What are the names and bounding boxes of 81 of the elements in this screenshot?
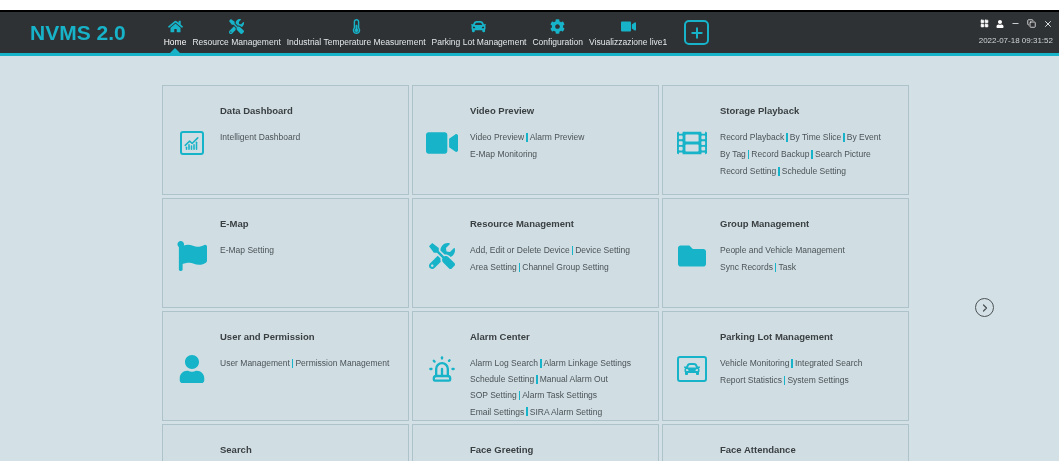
module-link[interactable]: Schedule Setting xyxy=(781,165,846,179)
chart-icon xyxy=(179,131,204,155)
module-card[interactable]: User and Permission User Management Permission Management xyxy=(162,311,409,421)
car-icon xyxy=(676,356,707,382)
card-title: User and Permission xyxy=(220,330,316,344)
module-link[interactable]: Channel Group Setting xyxy=(522,261,609,275)
module-link[interactable]: Record Setting xyxy=(720,165,777,179)
alarm-icon xyxy=(427,355,456,383)
module-link[interactable]: Manual Alarm Out xyxy=(539,373,608,386)
tools-icon xyxy=(229,18,245,34)
module-card[interactable]: Data Dashboard Intelligent Dashboard xyxy=(162,85,409,195)
card-title: Data Dashboard xyxy=(220,104,294,118)
module-link[interactable]: Device Setting xyxy=(575,244,630,258)
module-link[interactable]: Record Playback xyxy=(720,131,785,145)
restore-icon[interactable] xyxy=(1027,19,1036,28)
module-link[interactable]: Intelligent Dashboard xyxy=(220,131,301,145)
module-link[interactable]: User Management xyxy=(220,357,290,371)
module-link[interactable]: System Settings xyxy=(787,374,849,388)
module-link[interactable]: By Event xyxy=(846,131,881,145)
card-title: Face Attendance xyxy=(720,443,796,457)
flag-icon xyxy=(176,241,207,271)
app-logo: NVMS 2.0 xyxy=(30,19,126,46)
module-link[interactable]: Add, Edit or Delete Device xyxy=(470,244,570,258)
card-title: Video Preview xyxy=(470,104,536,118)
module-link[interactable]: Vehicle Monitoring xyxy=(720,357,790,371)
add-tab-button[interactable] xyxy=(684,20,710,45)
module-card[interactable]: Face Greeting xyxy=(412,424,659,461)
nav-tab[interactable]: Industrial Temperature Measurement xyxy=(283,12,429,53)
module-link[interactable]: E-Map Monitoring xyxy=(470,148,538,162)
card-title: Face Greeting xyxy=(470,443,534,457)
settings-icon xyxy=(550,18,566,34)
date-time: 2022-07-18 09:31:52 xyxy=(978,34,1053,47)
nav-tab[interactable]: Parking Lot Management xyxy=(428,12,530,53)
user-icon xyxy=(177,355,206,383)
module-link[interactable]: E-Map Setting xyxy=(220,244,274,258)
module-link[interactable]: Alarm Log Search xyxy=(470,356,539,370)
module-card[interactable]: Resource Management Add, Edit or Delete Device Device Setting Area Setting Channel Group Setting xyxy=(412,198,659,308)
module-link[interactable]: SIRA Alarm Setting xyxy=(529,405,603,419)
module-link[interactable]: Report Statistics xyxy=(720,374,782,388)
nav-tab[interactable]: Configuration xyxy=(529,12,587,53)
close-icon[interactable] xyxy=(1043,18,1053,29)
module-link[interactable]: People and Vehicle Management xyxy=(720,244,845,258)
card-title: Search xyxy=(220,443,252,457)
module-card[interactable]: Search xyxy=(162,424,409,461)
module-link[interactable]: Alarm Preview xyxy=(529,131,585,145)
plus-icon xyxy=(688,24,705,41)
card-title: Storage Playback xyxy=(720,104,801,118)
module-link[interactable]: Permission Management xyxy=(295,357,390,371)
module-link[interactable]: By Tag xyxy=(720,148,746,162)
module-card[interactable]: Face Attendance xyxy=(662,424,909,461)
card-title: Resource Management xyxy=(470,217,575,231)
tools-icon xyxy=(428,243,455,269)
nav-tab[interactable]: Resource Management xyxy=(189,12,284,53)
module-card[interactable]: Parking Lot Management Vehicle Monitoring Integrated Search Report Statistics System Settings xyxy=(662,311,909,421)
module-card[interactable]: Group Management People and Vehicle Management Sync Records Task xyxy=(662,198,909,308)
module-link[interactable]: Alarm Task Settings xyxy=(522,389,598,403)
module-card[interactable]: Alarm Center Alarm Log Search Alarm Linkage Settings Schedule Setting Manual Alarm Out SOP Setting Alarm Task Settings Email Settings SIRA Alarm Setting xyxy=(412,311,659,421)
user-icon[interactable] xyxy=(996,19,1004,28)
card-title: Alarm Center xyxy=(470,330,531,344)
module-link[interactable]: Task xyxy=(778,261,796,275)
module-link[interactable]: Record Backup xyxy=(751,148,810,162)
module-link[interactable]: SOP Setting xyxy=(470,389,517,403)
module-card[interactable]: Storage Playback Record Playback By Time Slice By Event By Tag Record Backup Search Picture Record Setting Schedule Setting xyxy=(662,85,909,195)
car-icon xyxy=(471,18,487,34)
card-title: Group Management xyxy=(720,217,811,231)
card-title: E-Map xyxy=(220,217,250,231)
nav-tab[interactable]: Visualizzazione live1 xyxy=(586,12,671,53)
module-link[interactable]: Email Settings xyxy=(470,405,525,419)
module-link[interactable]: Search Picture xyxy=(814,148,871,162)
card-title: Parking Lot Management xyxy=(720,330,834,344)
module-card[interactable]: Video Preview Video Preview Alarm Preview E-Map Monitoring xyxy=(412,85,659,195)
module-link[interactable]: Schedule Setting xyxy=(470,373,535,386)
module-card[interactable]: E-Map E-Map Setting xyxy=(162,198,409,308)
module-link[interactable]: Area Setting xyxy=(470,261,517,275)
module-link[interactable]: Integrated Search xyxy=(794,357,863,371)
module-link[interactable]: Sync Records xyxy=(720,261,773,275)
module-link[interactable]: By Time Slice xyxy=(789,131,842,145)
module-link[interactable]: Video Preview xyxy=(470,131,525,145)
module-link[interactable]: Alarm Linkage Settings xyxy=(543,356,631,370)
home-icon xyxy=(167,18,183,34)
layout-icon[interactable] xyxy=(980,19,989,28)
